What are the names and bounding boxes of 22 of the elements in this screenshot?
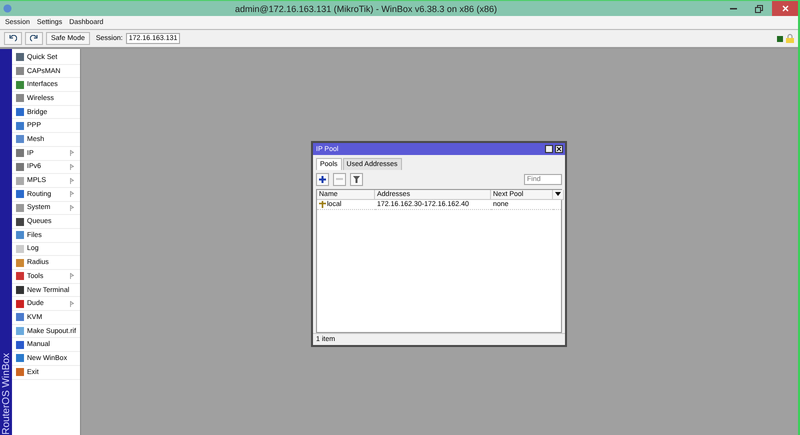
minus-icon (336, 178, 343, 181)
redo-button[interactable] (25, 32, 43, 45)
lock-icon (786, 34, 794, 43)
app-icon (3, 4, 12, 13)
status-square-icon (777, 36, 783, 42)
close-icon (782, 5, 788, 12)
restore-icon (755, 4, 763, 12)
caret-icon (555, 192, 561, 196)
undo-button[interactable] (4, 32, 22, 45)
maximize-button[interactable] (545, 145, 553, 153)
column-menu-button[interactable] (553, 190, 564, 200)
undo-icon (9, 35, 17, 42)
pool-icon (319, 201, 326, 208)
close-button[interactable] (555, 145, 563, 153)
brand-text: RouterOS WinBox (0, 352, 12, 435)
window-title: admin@172.16.163.131 (MikroTik) - WinBox v6.38.3 on x86 (x86) (234, 4, 498, 14)
filter-button[interactable] (350, 173, 363, 186)
add-button[interactable] (316, 173, 329, 186)
filter-icon (353, 176, 360, 183)
minimize-icon (730, 8, 736, 10)
redo-icon (30, 35, 38, 42)
plus-icon (319, 176, 326, 183)
